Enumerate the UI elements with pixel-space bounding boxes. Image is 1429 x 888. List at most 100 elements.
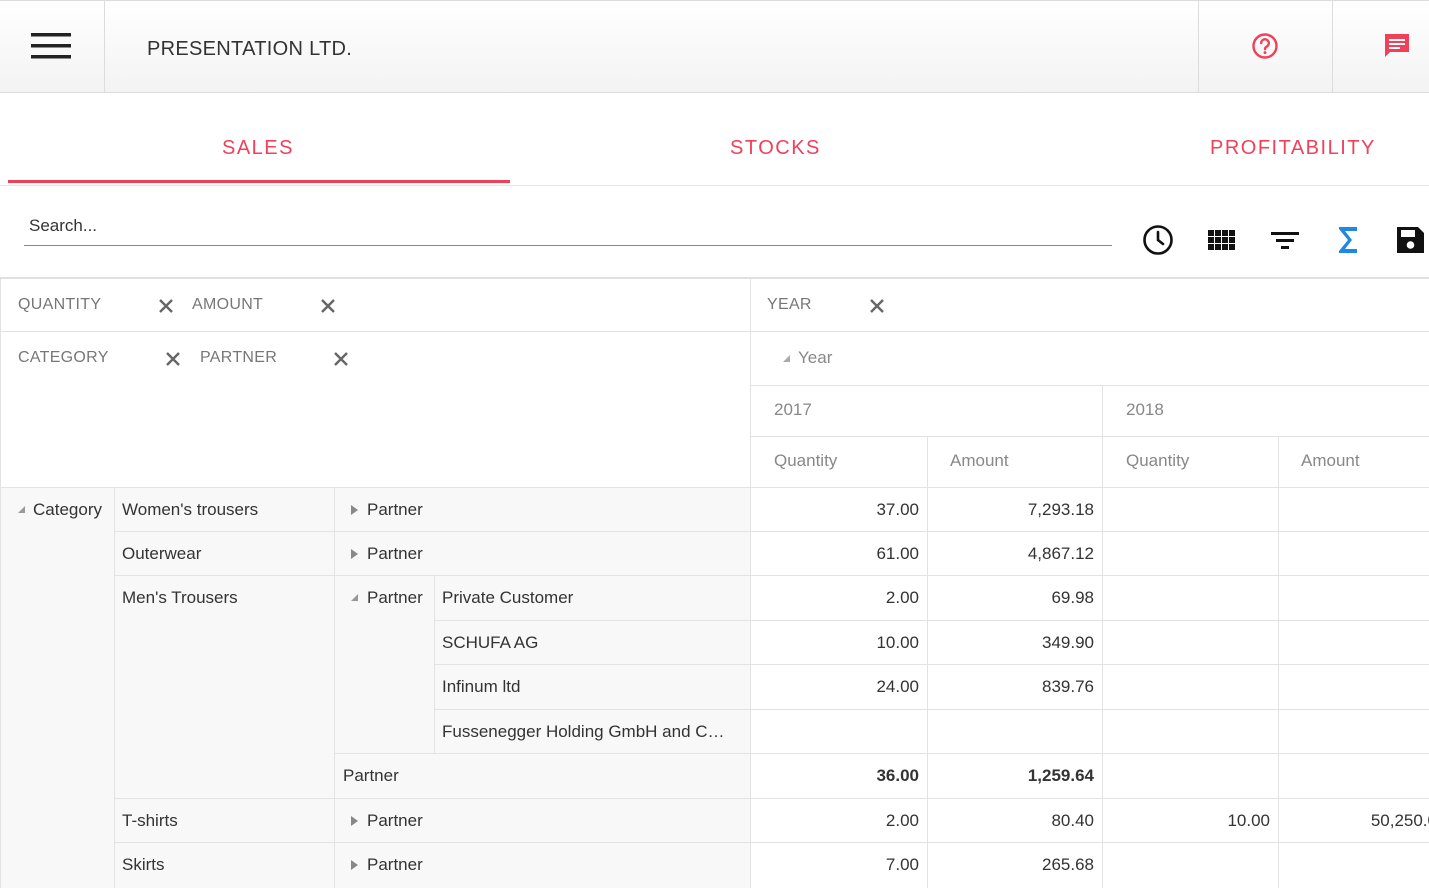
partner-name-label: Private Customer: [442, 588, 574, 607]
measure-header[interactable]: Quantity: [751, 437, 928, 488]
measure-header[interactable]: Quantity: [1103, 437, 1279, 488]
row-fields-area: CATEGORY PARTNER: [0, 332, 751, 488]
data-cell[interactable]: 265.68: [928, 843, 1103, 888]
row-header-partner-name[interactable]: Private Customer: [435, 576, 751, 621]
expand-triangle-icon[interactable]: [351, 549, 358, 559]
data-cell[interactable]: [928, 710, 1103, 754]
measure-header[interactable]: Amount: [928, 437, 1103, 488]
history-icon: [1143, 225, 1173, 255]
remove-category-icon[interactable]: [164, 350, 182, 368]
data-cell[interactable]: [1279, 843, 1429, 888]
history-button[interactable]: [1142, 224, 1174, 256]
year-header-2017[interactable]: 2017: [751, 386, 1103, 437]
row-header-partner-name[interactable]: Infinum ltd: [435, 665, 751, 710]
data-cell[interactable]: [1103, 665, 1279, 710]
data-cell[interactable]: 37.00: [751, 488, 928, 532]
data-cell[interactable]: 839.76: [928, 665, 1103, 710]
save-button[interactable]: [1394, 224, 1426, 256]
collapse-triangle-icon[interactable]: [783, 355, 790, 362]
data-cell[interactable]: [1103, 754, 1279, 799]
grid-button[interactable]: [1206, 224, 1238, 256]
data-cell[interactable]: [1103, 710, 1279, 754]
row-header-category[interactable]: Outerwear: [115, 532, 335, 576]
row-header-partner[interactable]: Partner: [335, 843, 751, 888]
data-cell[interactable]: 1,259.64: [928, 754, 1103, 799]
data-cell[interactable]: 10.00: [1103, 799, 1279, 843]
pivot-grid: QUANTITY AMOUNT YEAR CATEGORY PARTNER Ye…: [0, 279, 1429, 888]
data-cell[interactable]: 50,250.0: [1279, 799, 1429, 843]
category-label: Outerwear: [122, 544, 202, 563]
help-button[interactable]: [1198, 1, 1333, 93]
data-cell[interactable]: 69.98: [928, 576, 1103, 621]
remove-partner-icon[interactable]: [332, 350, 350, 368]
row-header-category[interactable]: Men's Trousers: [115, 576, 335, 799]
expand-triangle-icon[interactable]: [351, 816, 358, 826]
chat-button[interactable]: [1333, 1, 1429, 93]
cell-value: 265.68: [1042, 855, 1094, 874]
row-header-category[interactable]: Skirts: [115, 843, 335, 888]
column-fields-area: YEAR: [751, 279, 1429, 332]
cell-value: 839.76: [1042, 677, 1094, 696]
sum-button[interactable]: [1332, 224, 1364, 256]
column-group-header[interactable]: Year: [751, 332, 1429, 386]
measure-header[interactable]: Amount: [1279, 437, 1429, 488]
data-cell[interactable]: [1279, 710, 1429, 754]
row-header-partner-expanded[interactable]: Partner: [335, 576, 435, 754]
cell-value: 37.00: [876, 500, 919, 519]
row-header-partner[interactable]: Partner: [335, 799, 751, 843]
expand-triangle-icon[interactable]: [351, 860, 358, 870]
remove-amount-icon[interactable]: [319, 297, 337, 315]
data-cell[interactable]: [1103, 576, 1279, 621]
data-cell[interactable]: [1103, 621, 1279, 665]
data-cell[interactable]: [1279, 576, 1429, 621]
data-cell[interactable]: [1279, 665, 1429, 710]
hamburger-menu-icon: [31, 33, 71, 59]
remove-quantity-icon[interactable]: [157, 297, 175, 315]
data-cell[interactable]: 2.00: [751, 576, 928, 621]
data-cell[interactable]: 80.40: [928, 799, 1103, 843]
category-group-header[interactable]: Category: [0, 488, 115, 888]
data-cell[interactable]: 7.00: [751, 843, 928, 888]
data-cell[interactable]: [1103, 843, 1279, 888]
field-chip-amount[interactable]: AMOUNT: [192, 296, 263, 314]
field-chip-quantity[interactable]: QUANTITY: [18, 296, 101, 314]
data-cell[interactable]: 2.00: [751, 799, 928, 843]
data-cell[interactable]: [1103, 532, 1279, 576]
row-header-partner[interactable]: Partner: [335, 532, 751, 576]
data-cell[interactable]: 61.00: [751, 532, 928, 576]
data-cell[interactable]: [1103, 488, 1279, 532]
data-cell[interactable]: 36.00: [751, 754, 928, 799]
row-header-partner[interactable]: Partner: [335, 488, 751, 532]
collapse-triangle-icon[interactable]: [18, 506, 25, 513]
data-cell[interactable]: 349.90: [928, 621, 1103, 665]
row-header-partner-subtotal[interactable]: Partner: [335, 754, 751, 799]
field-chip-partner[interactable]: PARTNER: [200, 349, 277, 367]
filter-button[interactable]: [1269, 224, 1301, 256]
menu-button[interactable]: [0, 1, 105, 93]
row-header-category[interactable]: Women's trousers: [115, 488, 335, 532]
cell-value: 10.00: [876, 633, 919, 652]
search-input[interactable]: [24, 206, 1112, 246]
data-cell[interactable]: [1279, 488, 1429, 532]
tab-sales[interactable]: SALES: [222, 137, 294, 160]
row-header-partner-name[interactable]: SCHUFA AG: [435, 621, 751, 665]
collapse-triangle-icon[interactable]: [351, 594, 358, 601]
data-cell[interactable]: [751, 710, 928, 754]
tab-stocks[interactable]: STOCKS: [730, 137, 821, 160]
data-cell[interactable]: 10.00: [751, 621, 928, 665]
data-cell[interactable]: 24.00: [751, 665, 928, 710]
data-cell[interactable]: [1279, 621, 1429, 665]
field-chip-category[interactable]: CATEGORY: [18, 349, 109, 367]
data-cell[interactable]: 7,293.18: [928, 488, 1103, 532]
year-header-2018[interactable]: 2018: [1103, 386, 1429, 437]
field-chip-year[interactable]: YEAR: [767, 296, 812, 314]
tab-profitability[interactable]: PROFITABILITY: [1210, 137, 1376, 160]
data-cell[interactable]: [1279, 532, 1429, 576]
expand-triangle-icon[interactable]: [351, 505, 358, 515]
cell-value: 36.00: [876, 766, 919, 785]
remove-year-icon[interactable]: [868, 297, 886, 315]
data-cell[interactable]: [1279, 754, 1429, 799]
row-header-category[interactable]: T-shirts: [115, 799, 335, 843]
data-cell[interactable]: 4,867.12: [928, 532, 1103, 576]
row-header-partner-name[interactable]: Fussenegger Holding GmbH and C…: [435, 710, 751, 754]
